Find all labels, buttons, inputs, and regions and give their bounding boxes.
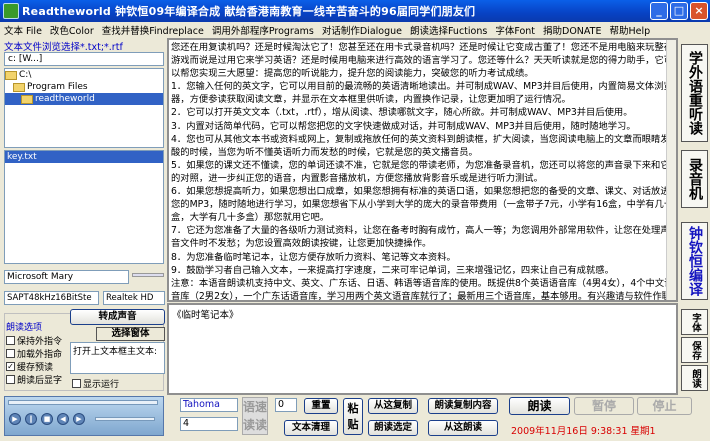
main-paragraph: 您还在用复读机吗？还是时候淘汰它了！您甚至还在用卡式录音机吗？还是时候让它变成古…	[171, 42, 674, 80]
option-label: 朗读后显字	[17, 376, 63, 386]
read-button[interactable]: 朗读	[509, 397, 570, 415]
main-paragraph: 注意：本语音朗读机支持中文、英文、广东话、日语、韩语等语音库的使用。既提供8个英…	[171, 277, 674, 302]
option-keep-command[interactable]: 保持外指令	[6, 334, 62, 347]
font-select[interactable]: Tahoma	[180, 398, 238, 412]
menu-color[interactable]: 改色Color	[46, 23, 98, 37]
player-volume-bar[interactable]	[95, 417, 155, 421]
menu-bar: 文本 File 改色Color 查找并替换Findreplace 调用外部程序P…	[0, 22, 710, 38]
checkbox-icon[interactable]	[6, 375, 15, 384]
paste-button[interactable]: 粘贴	[343, 398, 363, 435]
dir-item-label: Program Files	[27, 82, 88, 92]
author-button[interactable]: 钟钦恒编译	[681, 222, 708, 300]
option-cache-preread[interactable]: ✓ 缓存预读	[6, 360, 53, 373]
media-player: ▶ ‖ ■ ◀ ▶	[4, 396, 164, 436]
maximize-button[interactable]: □	[670, 2, 688, 20]
read-copied-button[interactable]: 朗读复制内容	[428, 398, 498, 414]
font-button[interactable]: 字体	[681, 309, 708, 335]
main-paragraph: 1．您输入任何的英文字，它可以用目前的最流畅的英语清晰地读出。并可制成WAV、M…	[171, 81, 673, 106]
pause-icon[interactable]: ‖	[25, 413, 37, 425]
clear-text-button[interactable]: 文本清理	[284, 420, 338, 436]
checkbox-icon[interactable]	[72, 379, 81, 388]
directory-list[interactable]: C:\ Program Files readtheworld	[4, 68, 164, 148]
dir-item-label: readtheworld	[35, 94, 95, 104]
player-seek-bar[interactable]	[8, 400, 158, 405]
read-side-button[interactable]: 朗读	[681, 365, 708, 391]
main-paragraph: 8．为您准备临时笔记本，让您方便存放听力资料、笔记等文本资料。	[171, 251, 456, 263]
checkbox-icon[interactable]	[6, 336, 15, 345]
dir-item-program-files[interactable]: Program Files	[5, 81, 163, 93]
main-paragraph: 3．内置对话简单代码，它可以帮您把您的文字快速做成对话，并可制成WAV、MP3并…	[171, 120, 636, 132]
listen-read-button[interactable]: 学外语重听读	[681, 44, 708, 142]
menu-font[interactable]: 字体Font	[491, 23, 539, 37]
dir-item-root[interactable]: C:\	[5, 69, 163, 81]
pause-button[interactable]: 暂停	[574, 397, 634, 415]
menu-programs[interactable]: 调用外部程序Programs	[208, 23, 318, 37]
option-label: 缓存预读	[17, 363, 54, 373]
option-load-command[interactable]: 加载外指命	[6, 347, 62, 360]
main-paragraph: 5．如果您的课文还不懂读，您的单词还读不准，它就是您的带读老师，为您准备录音机，…	[171, 159, 670, 184]
main-paragraph: 6．如果您想提高听力，如果您想出口成章，如果您想拥有标准的英语口语，如果您想把您…	[171, 186, 674, 224]
file-list[interactable]: key.txt	[4, 150, 164, 264]
window-title: Readtheworld 钟钦恒09年编译合成 献给香港南教育一线辛苦奋斗的96…	[22, 5, 476, 18]
read-from-here-button[interactable]: 从这朗读	[428, 420, 498, 436]
read-options-title: 朗读选项	[6, 323, 43, 333]
next-icon[interactable]: ▶	[73, 413, 85, 425]
drive-select[interactable]: c: [W...]	[4, 52, 164, 66]
option-label: 保持外指令	[17, 337, 63, 347]
folder-icon	[21, 94, 33, 104]
size-select[interactable]: 4	[180, 417, 238, 431]
checkbox-icon[interactable]	[6, 349, 15, 358]
minimize-button[interactable]: _	[650, 2, 668, 20]
temp-notes-editor[interactable]: 《临时笔记本》	[167, 303, 678, 395]
file-item-key[interactable]: key.txt	[5, 151, 163, 163]
dir-item-label: C:\	[19, 70, 32, 80]
menu-help[interactable]: 帮助Help	[605, 23, 654, 37]
option-label: 加载外指命	[17, 350, 63, 360]
option-show-text[interactable]: 朗读后显字	[6, 373, 62, 386]
select-window-button[interactable]: 选择窗体	[96, 327, 165, 341]
window-controls: _ □ ×	[650, 2, 708, 20]
title-bar: Readtheworld 钟钦恒09年编译合成 献给香港南教育一线辛苦奋斗的96…	[0, 0, 710, 22]
datetime-display: 2009年11月16日 9:38:31 星期1	[511, 426, 656, 437]
main-paragraph: 9．鼓励学习者自己输入文本，一来提高打字速度，二来可牢记单词，三来增强记忆，四来…	[171, 264, 614, 276]
speed-label: 语速读读	[242, 397, 268, 435]
main-paragraph: 2．它可以打开英文文本（.txt，.rtf），增从阅读、想读哪就文字，随心所欲。…	[171, 107, 633, 119]
menu-dialogue[interactable]: 对话制作Dialogue	[318, 23, 406, 37]
file-filter-label: 文本文件浏览选择*.txt;*.rtf	[4, 42, 123, 53]
previous-icon[interactable]: ◀	[57, 413, 69, 425]
convert-to-sound-button[interactable]: 转成声音	[70, 309, 165, 325]
app-icon	[3, 3, 19, 19]
save-button[interactable]: 保存	[681, 337, 708, 363]
menu-findreplace[interactable]: 查找并替换Findreplace	[98, 23, 208, 37]
copy-from-here-button[interactable]: 从这复制	[368, 398, 418, 414]
audio-format-select[interactable]: SAPT48kHz16BitSte	[4, 291, 99, 305]
menu-functions[interactable]: 朗读选择Fuctions	[406, 23, 491, 37]
main-text-editor[interactable]: 您还在用复读机吗？还是时候淘汰它了！您甚至还在用卡式录音机吗？还是时候让它变成古…	[167, 38, 678, 302]
option-label: 显示运行	[83, 380, 120, 390]
folder-icon	[13, 82, 25, 92]
menu-donate[interactable]: 捐助DONATE	[539, 23, 605, 37]
play-icon[interactable]: ▶	[9, 413, 21, 425]
volume-slider[interactable]	[132, 273, 164, 277]
mini-memo[interactable]: 打开上文本框主文本:	[70, 342, 165, 374]
dir-item-readtheworld[interactable]: readtheworld	[5, 93, 163, 105]
menu-file[interactable]: 文本 File	[0, 23, 46, 37]
voice-select[interactable]: Microsoft Mary	[4, 270, 129, 284]
stop-button[interactable]: 停止	[637, 397, 692, 415]
close-button[interactable]: ×	[690, 2, 708, 20]
audio-device-select[interactable]: Realtek HD	[103, 291, 165, 305]
option-show-run[interactable]: 显示运行	[72, 377, 119, 390]
recorder-button[interactable]: 录音机	[681, 150, 708, 208]
main-scrollbar[interactable]	[666, 40, 676, 300]
main-paragraph: 4．您也可从其他文本书或资料或网上，复制或拖放任何的英文资料到朗读框，扩大阅读，…	[171, 133, 670, 158]
reset-button[interactable]: 重置	[304, 398, 338, 414]
checkbox-icon[interactable]: ✓	[6, 362, 15, 371]
folder-icon	[5, 70, 17, 80]
number-input[interactable]: 0	[275, 398, 297, 412]
read-selected-button[interactable]: 朗读选定	[368, 420, 418, 436]
stop-icon[interactable]: ■	[41, 413, 53, 425]
main-paragraph: 7．它还为您准备了大量的各级听力测试资料，让您在备考时胸有成竹，高人一等；为您调…	[171, 225, 670, 250]
